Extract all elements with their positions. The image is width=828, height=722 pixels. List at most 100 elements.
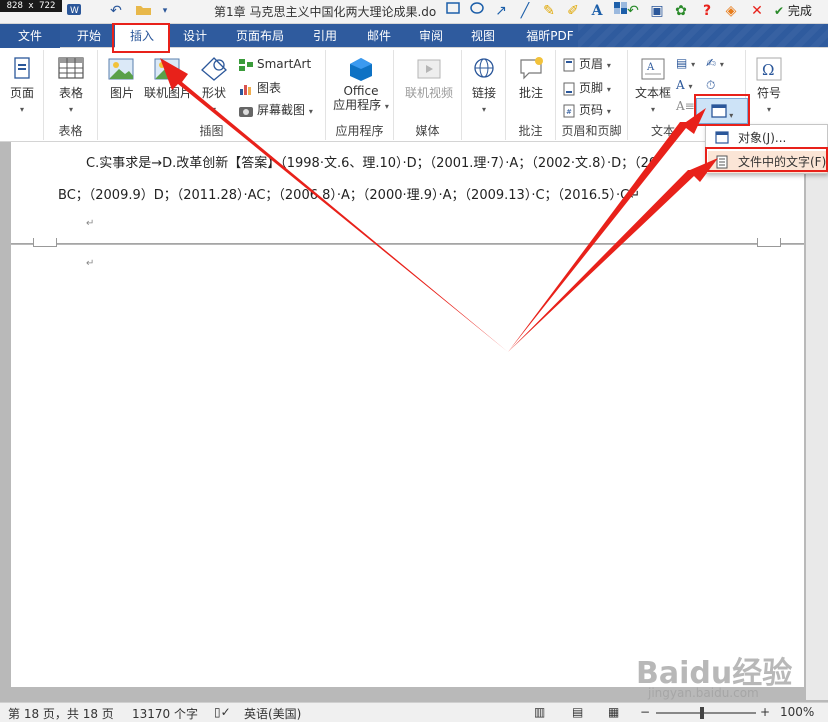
screenshot-label: 屏幕截图 <box>257 103 306 117</box>
qat-customize-icon[interactable]: ▾ <box>158 2 172 20</box>
paragraph-mark: ↵ <box>86 218 95 229</box>
quick-parts-icon[interactable]: ▤ ▾ <box>676 53 695 73</box>
status-word-count[interactable]: 13170 个字 <box>132 705 198 722</box>
done-label: 完成 <box>787 4 812 18</box>
chart-label: 图表 <box>257 81 282 95</box>
proofing-icon[interactable]: ▯✓ <box>214 705 231 719</box>
document-page[interactable]: C.实事求是→D.改革创新【答案】（1998·文.6、理.10）·D；（2001… <box>11 142 804 687</box>
svg-text:A: A <box>646 62 655 73</box>
group-links: 链接 ▾ <box>462 50 506 140</box>
tab-file[interactable]: 文件 <box>0 24 60 48</box>
vertical-scrollbar[interactable] <box>806 142 828 700</box>
document-line-2[interactable]: BC；（2009.9）D；（2011.28）·AC；（2006.8）·A；（20… <box>58 184 640 203</box>
smartart-label: SmartArt <box>257 57 312 71</box>
group-media: 联机视频 媒体 <box>394 50 462 140</box>
tab-insert[interactable]: 插入 <box>115 24 169 49</box>
tab-references[interactable]: 引用 <box>302 24 348 48</box>
document-line-1[interactable]: C.实事求是→D.改革创新【答案】（1998·文.6、理.10）·D；（2001… <box>86 152 657 171</box>
table-button[interactable]: 表格 ▾ <box>53 56 89 115</box>
chevron-down-icon: ▾ <box>308 107 313 116</box>
status-page-count[interactable]: 第 18 页，共 18 页 <box>8 705 114 722</box>
office-apps-button[interactable]: Office 应用程序 ▾ <box>332 56 390 114</box>
group-label-comments: 批注 <box>518 124 543 138</box>
page-icon <box>14 57 30 79</box>
text-tool-icon[interactable]: A <box>586 1 608 21</box>
screenshot-button[interactable]: 屏幕截图 ▾ <box>238 100 313 120</box>
comment-label: 批注 <box>518 86 543 100</box>
ribbon-tab-bar: 文件 开始 插入 设计 页面布局 引用 邮件 审阅 视图 福昕PDF <box>0 24 828 49</box>
shapes-button[interactable]: 形状 ▾ <box>196 56 232 115</box>
settings-gear-icon[interactable]: ✿ <box>670 1 692 21</box>
comment-button[interactable]: 批注 <box>512 56 550 101</box>
date-time-icon[interactable]: ⏱ <box>706 75 715 95</box>
header-button[interactable]: 页眉 ▾ <box>562 54 611 74</box>
table-icon <box>58 57 84 79</box>
office-store-icon <box>350 58 372 81</box>
zoom-slider-thumb[interactable] <box>700 707 704 719</box>
page-number-button[interactable]: # 页码 ▾ <box>562 100 611 120</box>
header-icon <box>563 58 575 71</box>
online-video-button[interactable]: 联机视频 <box>398 56 460 101</box>
signature-line-icon[interactable]: ✍ ▾ <box>706 53 724 73</box>
zoom-out-icon[interactable]: − <box>640 705 650 719</box>
tab-view[interactable]: 视图 <box>460 24 506 48</box>
symbol-label: 符号 <box>756 86 781 100</box>
size-badge: 828 x 722 <box>0 0 62 12</box>
chevron-down-icon: ▾ <box>766 105 771 114</box>
textbox-button[interactable]: A 文本框 ▾ <box>632 56 674 115</box>
highlighter-tool-icon[interactable]: ✐ <box>562 1 584 21</box>
zoom-in-icon[interactable]: + <box>760 705 770 719</box>
open-folder-icon[interactable] <box>132 2 156 20</box>
chevron-down-icon: ▾ <box>481 105 486 114</box>
smartart-button[interactable]: SmartArt <box>238 54 311 74</box>
zoom-slider[interactable] <box>656 712 756 714</box>
tab-design[interactable]: 设计 <box>172 24 218 48</box>
pages-button[interactable]: 页面 ▾ <box>6 56 38 115</box>
group-tables: 表格 ▾ 表格 <box>44 50 98 140</box>
tab-mailings[interactable]: 邮件 <box>356 24 402 48</box>
word-logo-icon[interactable]: W <box>62 2 86 20</box>
web-layout-icon[interactable]: ▦ <box>608 705 619 719</box>
menu-item-text-from-file-label: 文件中的文字(F)... <box>738 155 827 169</box>
ellipse-tool-icon[interactable] <box>466 1 488 21</box>
save-icon[interactable]: ▣ <box>646 1 668 21</box>
status-zoom-level[interactable]: 100% <box>780 705 814 719</box>
close-annotation-icon[interactable]: ✕ <box>746 1 768 21</box>
group-label-apps: 应用程序 <box>335 124 384 138</box>
tab-bar-decoration <box>578 24 828 48</box>
object-dropdown-button[interactable]: ▾ <box>696 98 748 124</box>
wordart-icon[interactable]: A ▾ <box>676 75 693 95</box>
chart-button[interactable]: 图表 <box>238 78 281 98</box>
footer-button[interactable]: 页脚 ▾ <box>562 78 611 98</box>
links-button[interactable]: 链接 ▾ <box>466 56 502 115</box>
tab-review[interactable]: 审阅 <box>408 24 454 48</box>
read-mode-icon[interactable]: ▥ <box>534 705 545 719</box>
group-label-header-footer: 页眉和页脚 <box>561 124 622 138</box>
tab-page-layout[interactable]: 页面布局 <box>226 24 294 48</box>
pencil-tool-icon[interactable]: ✎ <box>538 1 560 21</box>
chevron-down-icon: ▾ <box>726 111 734 120</box>
chevron-down-icon: ▾ <box>384 102 389 111</box>
share-icon[interactable]: ◈ <box>720 1 742 21</box>
undo-annotation-icon[interactable]: ↶ <box>622 1 644 21</box>
undo-icon[interactable]: ↶ <box>106 2 126 20</box>
status-language[interactable]: 英语(美国) <box>244 705 301 722</box>
picture-button[interactable]: 图片 <box>104 56 140 101</box>
group-label-illustrations: 插图 <box>199 124 224 138</box>
online-picture-button[interactable]: 联机图片 <box>142 56 194 101</box>
menu-item-text-from-file[interactable]: 文件中的文字(F)... <box>708 151 827 173</box>
arrow-tool-icon[interactable]: ↗ <box>490 1 512 21</box>
menu-item-object[interactable]: 对象(J)... <box>708 127 827 149</box>
done-button[interactable]: ✔ 完成 <box>774 1 812 21</box>
online-picture-label: 联机图片 <box>143 86 192 100</box>
tab-foxit-pdf[interactable]: 福昕PDF <box>514 24 586 48</box>
tab-home[interactable]: 开始 <box>66 24 112 48</box>
rectangle-tool-icon[interactable] <box>442 1 464 21</box>
object-icon <box>711 104 727 118</box>
symbol-button[interactable]: Ω 符号 ▾ <box>750 56 788 115</box>
help-icon[interactable]: ? <box>696 1 718 21</box>
omega-icon: Ω <box>756 57 782 81</box>
print-layout-icon[interactable]: ▤ <box>572 705 583 719</box>
screenshot-icon <box>239 106 253 117</box>
line-tool-icon[interactable]: ╱ <box>514 1 536 21</box>
